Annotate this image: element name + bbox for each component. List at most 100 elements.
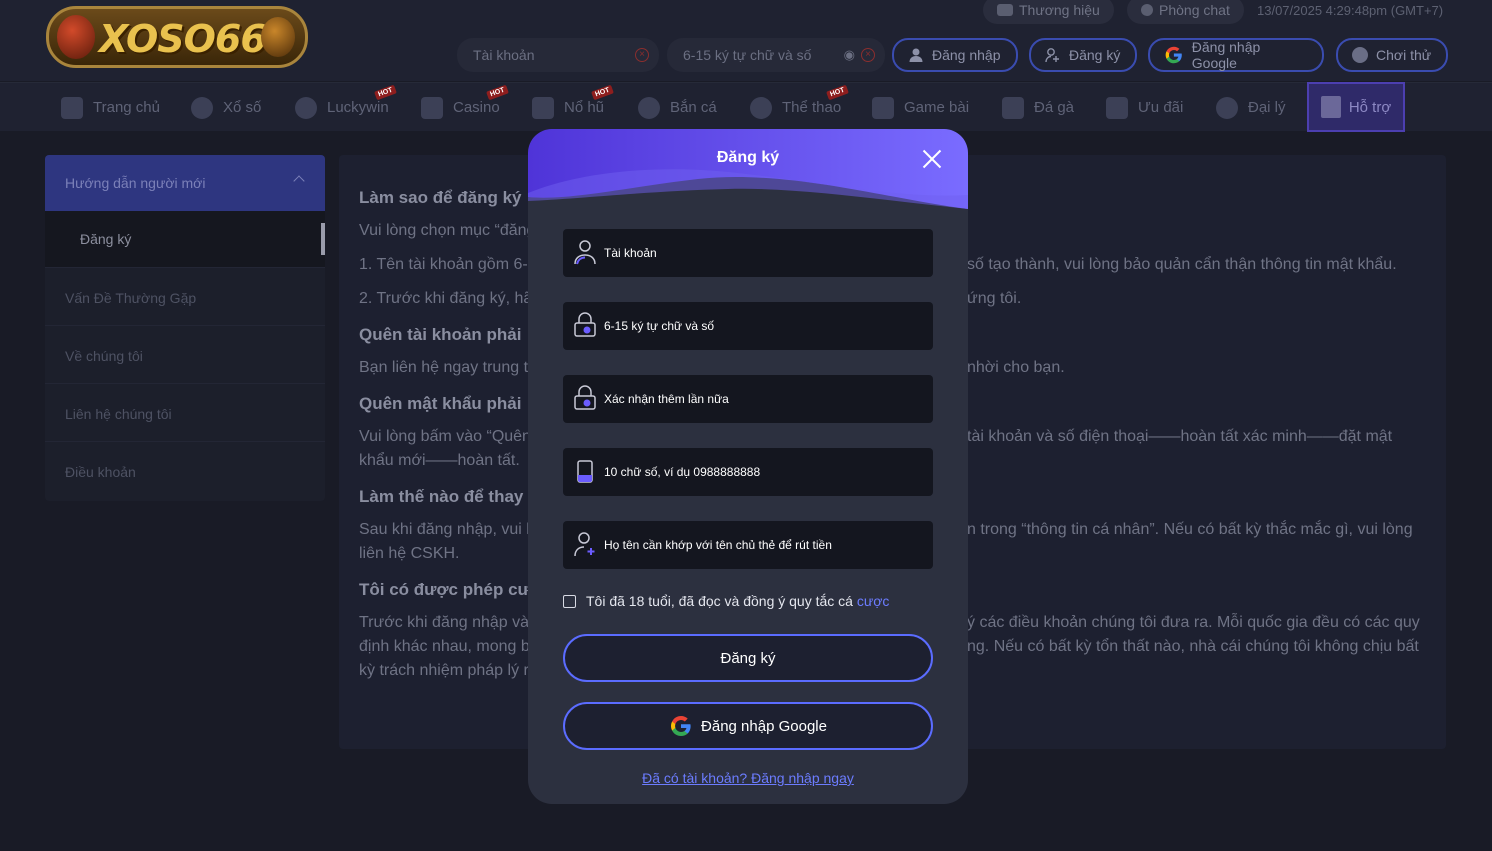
hot-badge: HOT: [374, 84, 397, 101]
nav-item-card-games[interactable]: Game bài: [872, 83, 969, 132]
phone-input[interactable]: [604, 448, 924, 496]
register-submit-button[interactable]: Đăng ký: [563, 634, 933, 682]
header-trial-button[interactable]: Chơi thử: [1336, 38, 1448, 72]
header-google-button[interactable]: Đăng nhập Google: [1148, 38, 1324, 72]
coin-icon: [191, 96, 213, 119]
sidebar-item-contact[interactable]: Liên hệ chúng tôi: [45, 383, 325, 441]
header-register-button[interactable]: Đăng ký: [1029, 38, 1137, 72]
nav-label: Đá gà: [1034, 99, 1075, 116]
nav-item-slots[interactable]: Nổ hũ HOT: [532, 83, 614, 132]
article-text: số tạo thành, vui lòng bảo quản cẩn thận…: [967, 256, 1397, 273]
scrollbar-thumb[interactable]: [321, 223, 325, 255]
close-icon[interactable]: [920, 147, 944, 171]
header-password-field[interactable]: 6-15 ký tự chữ và số ◉ ×: [667, 38, 885, 72]
header-trial-label: Chơi thử: [1376, 47, 1432, 63]
google-icon: [1165, 46, 1182, 64]
article-text: liên hệ CSKH.: [359, 545, 460, 562]
clear-icon[interactable]: ×: [861, 48, 875, 62]
nav-label: Thể thao: [782, 99, 842, 116]
account-input[interactable]: [604, 229, 924, 277]
article-text: tài khoản và số điện thoại——hoàn tất xác…: [967, 428, 1393, 445]
sidebar-item-faq[interactable]: Vấn Đề Thường Gặp: [45, 267, 325, 325]
rooster-icon: [1002, 96, 1024, 119]
eye-icon[interactable]: ◉: [844, 47, 855, 63]
article-text: n trong “thông tin cá nhân”. Nếu có bất …: [967, 521, 1413, 538]
terms-checkbox[interactable]: [563, 594, 576, 608]
sidebar-section-newcomer[interactable]: Hướng dẫn người mới: [45, 155, 325, 211]
help-sidebar: Hướng dẫn người mới Đăng ký Vấn Đề Thườn…: [45, 155, 325, 501]
phone-field[interactable]: [563, 448, 933, 496]
play-icon: [421, 96, 443, 119]
article-text: ứng tôi.: [967, 290, 1022, 307]
fish-icon: [638, 96, 660, 119]
nav-label: Đại lý: [1248, 99, 1286, 116]
nav-label: Luckywin: [327, 99, 389, 116]
article-text: Sau khi đăng nhập, vui l: [359, 521, 530, 538]
nav-label: Xổ số: [223, 99, 262, 116]
nav-item-cockfight[interactable]: Đá gà: [1002, 83, 1074, 132]
article-text: Trước khi đăng nhập và: [359, 614, 530, 631]
confirm-password-field[interactable]: [563, 375, 933, 423]
nav-item-sports[interactable]: Thể thao HOT: [750, 83, 849, 132]
fullname-input[interactable]: [604, 521, 924, 569]
nav-item-luckywin[interactable]: Luckywin HOT: [295, 83, 397, 132]
article-heading: Làm sao để đăng ký: [359, 188, 522, 207]
user-icon: [909, 48, 923, 62]
nav-item-agent[interactable]: Đại lý: [1216, 83, 1286, 132]
brand-label: Thương hiệu: [1019, 2, 1100, 18]
sidebar-item-label: Liên hệ chúng tôi: [65, 406, 172, 422]
main-nav: Trang chủ Xổ số Luckywin HOT Casino HOT …: [0, 82, 1492, 131]
timezone: (GMT+7): [1390, 3, 1444, 18]
sidebar-item-about[interactable]: Về chúng tôi: [45, 325, 325, 383]
nav-label: Bắn cá: [670, 99, 717, 116]
article-text: nhời cho bạn.: [967, 359, 1065, 376]
nav-item-casino[interactable]: Casino HOT: [421, 83, 509, 132]
password-field[interactable]: [563, 302, 933, 350]
user-add-icon: [1045, 48, 1059, 63]
article-heading: Tôi có được phép cư: [359, 580, 530, 599]
datetime: 13/07/2025 4:29:48pm (GMT+7): [1257, 3, 1443, 18]
sidebar-section-label: Hướng dẫn người mới: [65, 175, 206, 191]
sidebar-item-terms[interactable]: Điều khoản: [45, 441, 325, 499]
account-field[interactable]: [563, 229, 933, 277]
nav-item-support[interactable]: Hỗ trợ: [1307, 82, 1405, 132]
nav-item-fishing[interactable]: Bắn cá: [638, 83, 717, 132]
google-login-button[interactable]: Đăng nhập Google: [563, 702, 933, 750]
datetime-value: 13/07/2025 4:29:48pm: [1257, 3, 1388, 18]
top-bar: XOSO66 Thương hiệu Phòng chat 13/07/2025…: [0, 0, 1492, 81]
header-login-button[interactable]: Đăng nhập: [892, 38, 1018, 72]
nav-item-home[interactable]: Trang chủ: [61, 83, 160, 132]
chat-link[interactable]: Phòng chat: [1127, 0, 1244, 24]
header-google-label: Đăng nhập Google: [1191, 39, 1261, 71]
soccer-ball-icon: [750, 96, 772, 119]
nav-label: Hỗ trợ: [1348, 98, 1392, 116]
phone-icon: [577, 460, 593, 483]
user-icon: [574, 240, 596, 265]
book-icon: [1320, 96, 1341, 118]
confirm-password-input[interactable]: [604, 375, 924, 423]
login-now-link[interactable]: Đã có tài khoản? Đăng nhập ngay: [528, 770, 968, 786]
article-text: Vui lòng chọn mục “đăng: [359, 222, 536, 239]
clear-icon[interactable]: ×: [635, 48, 649, 62]
nav-item-lottery[interactable]: Xổ số: [191, 83, 261, 132]
register-modal: Đăng ký Tài khoản 10 chữ số, ví dụ 09888…: [528, 129, 968, 804]
brand-link[interactable]: Thương hiệu: [983, 0, 1114, 24]
sidebar-item-register[interactable]: Đăng ký: [45, 211, 325, 267]
chat-icon: [1141, 4, 1153, 16]
header-account-field[interactable]: Tài khoản ×: [457, 38, 659, 72]
terms-link[interactable]: cược: [857, 593, 890, 609]
hot-badge: HOT: [826, 84, 849, 101]
lock-icon: [574, 385, 596, 410]
header-register-label: Đăng ký: [1069, 47, 1121, 63]
header-login-label: Đăng nhập: [932, 47, 1001, 63]
register-submit-label: Đăng ký: [720, 649, 776, 667]
article-text: Vui lòng bấm vào “Quên: [359, 428, 531, 445]
nav-item-promotions[interactable]: Ưu đãi: [1106, 83, 1183, 132]
article-text: kỳ trách nhiệm pháp lý r: [359, 662, 529, 679]
wheel-icon: [295, 96, 317, 119]
fullname-field[interactable]: [563, 521, 933, 569]
nav-label: Casino: [453, 99, 500, 116]
chevron-up-icon: [293, 175, 305, 187]
password-input[interactable]: [604, 302, 924, 350]
logo[interactable]: XOSO66: [46, 6, 308, 68]
